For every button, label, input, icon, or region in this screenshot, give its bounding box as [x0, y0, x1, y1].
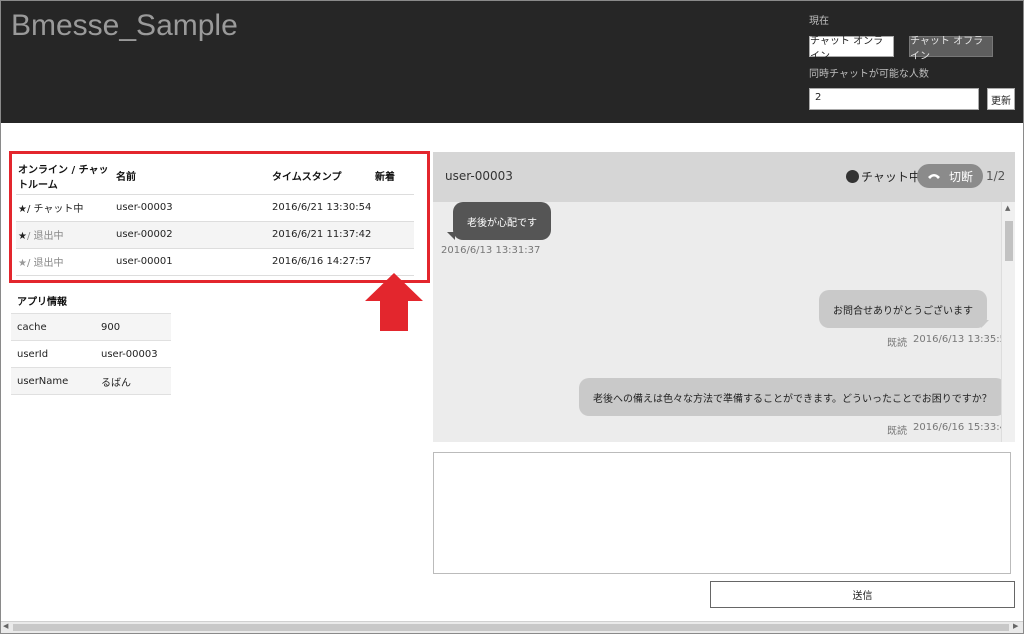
column-header-timestamp: タイムスタンプ — [270, 158, 373, 195]
room-name-cell: user-00003 — [114, 194, 270, 222]
app-info-row: userId user-00003 — [11, 340, 171, 368]
message-timestamp: 2016/6/16 15:33:49 — [913, 422, 1013, 433]
scroll-left-icon[interactable]: ◀ — [3, 622, 8, 630]
app-info-key: userId — [11, 340, 95, 368]
app-info-value: user-00003 — [95, 340, 171, 368]
chat-status-text: チャット中 — [861, 170, 921, 184]
room-new-cell — [373, 221, 414, 249]
room-row[interactable]: ★/ 退出中 user-00001 2016/6/16 14:27:57 — [16, 248, 414, 276]
column-header-new: 新着 — [373, 158, 414, 195]
room-status-cell: ★/ 退出中 — [16, 248, 114, 276]
column-header-status: オンライン / チャットルーム — [16, 158, 114, 195]
bubble-tail — [981, 408, 989, 416]
app-info-title: アプリ情報 — [17, 297, 67, 308]
phone-hangup-icon — [927, 174, 940, 179]
room-name-cell: user-00002 — [114, 221, 270, 249]
chat-scrollbar[interactable]: ▲ — [1001, 202, 1015, 442]
room-status-text: / 退出中 — [26, 258, 64, 269]
app-info-row: userName るばん — [11, 367, 171, 395]
horizontal-scrollbar[interactable]: ◀ ▶ — [1, 621, 1023, 633]
app-info-key: userName — [11, 367, 95, 395]
send-button[interactable]: 送信 — [710, 581, 1015, 608]
room-new-cell — [373, 248, 414, 276]
room-timestamp-cell: 2016/6/21 11:37:42 — [270, 221, 373, 249]
room-status-text: / 退出中 — [26, 231, 64, 242]
hangup-label: 切断 — [948, 169, 973, 184]
room-new-cell — [373, 194, 414, 222]
concurrent-chats-input[interactable]: 2 — [809, 88, 979, 110]
room-status-text: / チャット中 — [26, 204, 84, 215]
message-bubble-incoming: 老後が心配です — [453, 202, 551, 240]
app-info-row: cache 900 — [11, 313, 171, 341]
app-title: Bmesse_Sample — [11, 9, 238, 42]
message-bubble-outgoing: お問合せありがとうございます — [819, 290, 987, 328]
star-icon: ★ — [18, 258, 27, 269]
message-timestamp: 2016/6/13 13:31:37 — [441, 245, 541, 256]
room-table-header: オンライン / チャットルーム 名前 タイムスタンプ 新着 — [16, 158, 414, 195]
scroll-thumb[interactable] — [1005, 221, 1013, 261]
app-info-value: るばん — [95, 367, 171, 395]
status-dot-icon — [846, 170, 859, 183]
app-info-value: 900 — [95, 313, 171, 341]
message-bubble-outgoing: 老後への備えは色々な方法で準備することができます。どういったことでお困りですか？ — [579, 378, 1006, 416]
scroll-up-icon[interactable]: ▲ — [1005, 204, 1010, 212]
horizontal-scroll-thumb[interactable] — [13, 624, 1009, 631]
chat-message-area[interactable]: 老後が心配です 2016/6/13 13:31:37 お問合せありがとうございま… — [433, 202, 1015, 442]
room-status-cell: ★/ チャット中 — [16, 194, 114, 222]
room-table: オンライン / チャットルーム 名前 タイムスタンプ 新着 ★/ チャット中 u… — [16, 158, 414, 276]
status-label: 現在 — [809, 16, 829, 27]
bubble-tail — [981, 320, 989, 328]
chat-online-button[interactable]: チャット オンライン — [809, 36, 894, 62]
room-name-cell: user-00001 — [114, 248, 270, 276]
room-timestamp-cell: 2016/6/16 14:27:57 — [270, 248, 373, 276]
app-info-key: cache — [11, 313, 95, 341]
update-button[interactable]: 更新 — [987, 88, 1015, 110]
star-icon: ★ — [18, 231, 27, 242]
concurrent-chats-label: 同時チャットが可能な人数 — [809, 69, 929, 80]
chat-header: user-00003 チャット中 切断 1/2 — [433, 152, 1015, 202]
app-info-table: cache 900 userId user-00003 userName るばん — [11, 313, 171, 395]
chat-offline-button[interactable]: チャット オフライン — [909, 36, 993, 62]
message-timestamp: 2016/6/13 13:35:56 — [913, 334, 1013, 345]
app-window: Bmesse_Sample 現在 チャット オンライン チャット オフライン 同… — [0, 0, 1024, 634]
room-list-panel: オンライン / チャットルーム 名前 タイムスタンプ 新着 ★/ チャット中 u… — [9, 151, 430, 283]
hangup-button[interactable]: 切断 — [917, 164, 983, 188]
chat-page-indicator: 1/2 — [986, 169, 1006, 183]
room-row[interactable]: ★/ 退出中 user-00002 2016/6/21 11:37:42 — [16, 221, 414, 249]
chat-user-name: user-00003 — [445, 169, 513, 183]
message-input[interactable] — [433, 452, 1011, 574]
room-timestamp-cell: 2016/6/21 13:30:54 — [270, 194, 373, 222]
star-icon: ★ — [18, 204, 27, 215]
room-row[interactable]: ★/ チャット中 user-00003 2016/6/21 13:30:54 — [16, 194, 414, 222]
scroll-right-icon[interactable]: ▶ — [1013, 622, 1018, 630]
bubble-tail — [447, 232, 455, 240]
message-read-status: 既読 — [887, 426, 907, 437]
app-header: Bmesse_Sample 現在 チャット オンライン チャット オフライン 同… — [1, 1, 1023, 123]
up-arrow-icon — [365, 273, 423, 331]
column-header-name: 名前 — [114, 158, 270, 195]
room-status-cell: ★/ 退出中 — [16, 221, 114, 249]
message-read-status: 既読 — [887, 338, 907, 349]
